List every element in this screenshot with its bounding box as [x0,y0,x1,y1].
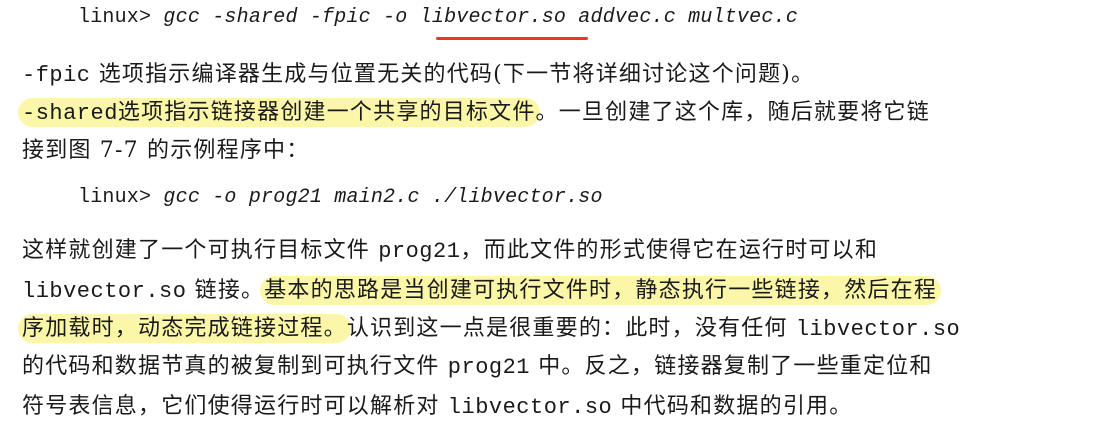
shared-description: 选项指示链接器创建一个共享的目标文件 [117,100,536,125]
p2-l5-text-a: 符号表信息，它们使得运行时可以解析对 [22,394,448,419]
p2-l1-text-a: 这样就创建了一个可执行目标文件 [22,238,379,263]
paragraph-1-line-1: -fpic 选项指示编译器生成与位置无关的代码(下一节将详细讨论这个问题)。 [22,60,814,91]
fpic-description: 选项指示编译器生成与位置无关的代码(下一节将详细讨论这个问题)。 [90,62,815,87]
p2-l1-text-b: ，而此文件的形式使得它在运行时可以和 [460,238,879,263]
paragraph-2-line-5: 符号表信息，它们使得运行时可以解析对 libvector.so 中代码和数据的引… [22,392,852,423]
libvector-name-2: libvector.so [795,317,961,342]
highlight-dynamic-linking: 序加载时，动态完成链接过程。 [18,314,351,343]
prog21-name-2: prog21 [447,355,531,380]
shell-prompt: linux> [78,6,152,29]
command-args-2: gcc -o prog21 main2.c ./libvector.so [163,186,603,209]
fpic-flag: -fpic [22,63,91,88]
shared-flag: -shared [22,101,118,126]
p2-l4-text-b: 中。反之，链接器复制了一些重定位和 [530,354,933,379]
paragraph-2-line-2: libvector.so 链接。基本的思路是当创建可执行文件时，静态执行一些链接… [22,276,942,307]
highlight-basic-idea: 基本的思路是当创建可执行文件时，静态执行一些链接，然后在程 [260,276,942,305]
paragraph-2-line-1: 这样就创建了一个可执行目标文件 prog21，而此文件的形式使得它在运行时可以和 [22,236,878,267]
libvector-name-3: libvector.so [447,395,613,420]
paragraph-2-line-4: 的代码和数据节真的被复制到可执行文件 prog21 中。反之，链接器复制了一些重… [22,352,933,383]
shell-prompt-2: linux> [78,186,152,209]
p2-l2-text-a: 链接。 [186,278,265,303]
command-line-1: linux> gcc -shared -fpic -o libvector.so… [78,6,798,29]
command-line-2: linux> gcc -o prog21 main2.c ./libvector… [78,186,603,209]
p2-l3-text-a: 认识到这一点是很重要的：此时，没有任何 [346,316,796,341]
paragraph-1-line-3: 接到图 7-7 的示例程序中： [22,136,309,166]
library-target: libvector.so [419,6,567,29]
p2-l5-text-b: 中代码和数据的引用。 [612,394,853,419]
paragraph-1-line-2-rest: 。一旦创建了这个库，随后就要将它链 [535,100,930,125]
libvector-name: libvector.so [22,279,187,304]
command-args-before: gcc -shared -fpic -o [163,6,420,29]
prog21-name: prog21 [378,239,461,264]
paragraph-1-line-2: -shared选项指示链接器创建一个共享的目标文件。一旦创建了这个库，随后就要将… [18,98,930,129]
command-args-after: addvec.c multvec.c [566,6,798,29]
p2-l4-text-a: 的代码和数据节真的被复制到可执行文件 [22,354,448,379]
document-page: linux> gcc -shared -fpic -o libvector.so… [0,0,1102,436]
red-underline-annotation [436,37,588,40]
paragraph-2-line-3: 序加载时，动态完成链接过程。认识到这一点是很重要的：此时，没有任何 libvec… [18,314,961,345]
highlight-shared: -shared选项指示链接器创建一个共享的目标文件 [18,98,540,127]
paragraph-1-line-3-text: 接到图 7-7 的示例程序中： [22,138,310,163]
